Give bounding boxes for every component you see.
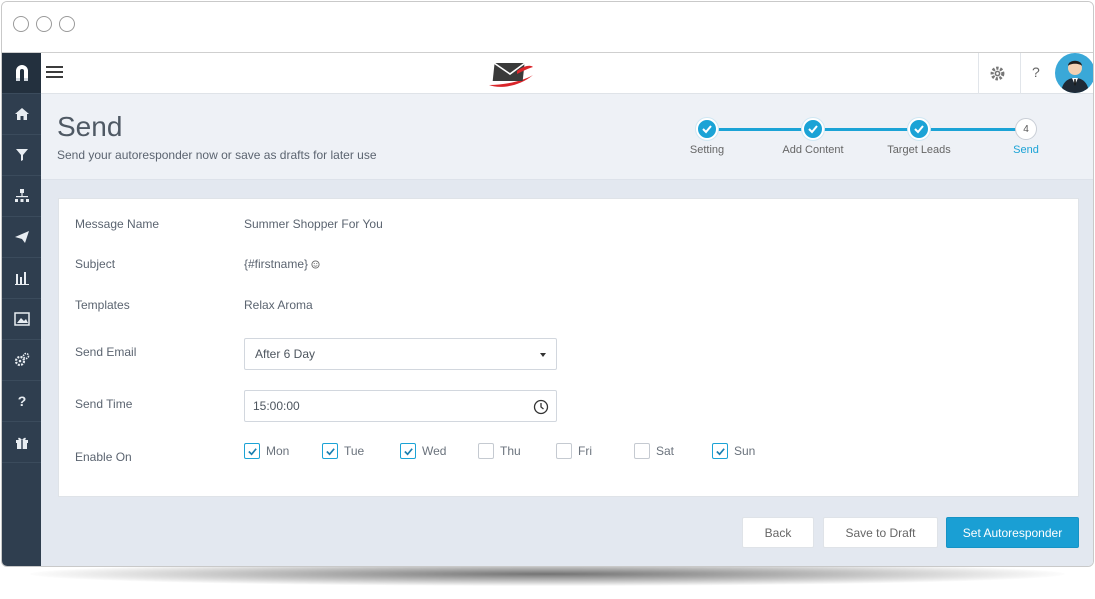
sidebar-item-reports[interactable] — [2, 258, 41, 299]
send-settings-card: Message Name Summer Shopper For You Subj… — [58, 198, 1079, 497]
help-icon: ? — [17, 393, 26, 409]
templates-value: Relax Aroma — [244, 298, 313, 312]
gear-icon[interactable] — [989, 65, 1006, 82]
mail-logo-icon — [489, 62, 533, 87]
window-maximize-button[interactable] — [59, 16, 75, 32]
sidebar-item-sitemap[interactable] — [2, 176, 41, 217]
image-icon — [13, 312, 30, 326]
sidebar-item-home[interactable] — [2, 94, 41, 135]
gift-icon — [15, 437, 28, 449]
gears-icon — [14, 352, 29, 367]
back-button[interactable]: Back — [742, 517, 814, 548]
day-sun[interactable]: Sun — [712, 443, 755, 459]
app-root: ? ? Send Send your autoresponder now or … — [2, 53, 1093, 566]
day-tue-checkbox[interactable] — [322, 443, 338, 459]
send-icon — [14, 231, 29, 243]
send-email-selected: After 6 Day — [255, 347, 316, 361]
checkmark-icon — [715, 447, 725, 455]
window-minimize-button[interactable] — [36, 16, 52, 32]
top-bar: ? — [41, 53, 1093, 94]
enable-on-label: Enable On — [75, 450, 132, 464]
save-to-draft-button[interactable]: Save to Draft — [823, 517, 938, 548]
day-tue[interactable]: Tue — [322, 443, 364, 459]
window-titlebar — [2, 2, 1093, 53]
day-fri[interactable]: Fri — [556, 443, 592, 459]
day-sun-checkbox[interactable] — [712, 443, 728, 459]
checkmark-icon — [325, 447, 335, 455]
day-mon[interactable]: Mon — [244, 443, 289, 459]
step-2-label: Add Content — [782, 144, 844, 156]
sidebar-item-settings[interactable] — [2, 340, 41, 381]
stepper-line — [708, 128, 1026, 131]
user-avatar[interactable] — [1055, 53, 1093, 93]
step-2-check-icon[interactable] — [802, 118, 824, 140]
step-4-number[interactable]: 4 — [1015, 118, 1037, 140]
day-thu-checkbox[interactable] — [478, 443, 494, 459]
day-fri-checkbox[interactable] — [556, 443, 572, 459]
day-mon-checkbox[interactable] — [244, 443, 260, 459]
set-autoresponder-button[interactable]: Set Autoresponder — [946, 517, 1079, 548]
page-header: Send Send your autoresponder now or save… — [41, 94, 1093, 180]
home-icon — [14, 108, 29, 120]
sitemap-icon — [14, 189, 29, 202]
sidebar-item-funnel[interactable] — [2, 135, 41, 176]
chevron-down-icon — [540, 353, 546, 357]
day-wed-checkbox[interactable] — [400, 443, 416, 459]
send-email-select[interactable]: After 6 Day — [244, 338, 557, 370]
subject-value: {#firstname} — [244, 257, 309, 271]
day-tue-label: Tue — [344, 444, 365, 458]
day-wed-label: Wed — [422, 444, 447, 458]
subject-label: Subject — [75, 257, 116, 271]
message-name-value: Summer Shopper For You — [244, 217, 383, 231]
main-content: Send Send your autoresponder now or save… — [41, 94, 1093, 566]
checkmark-icon — [247, 447, 257, 455]
browser-window: ? ? Send Send your autoresponder now or … — [1, 1, 1094, 567]
sidebar-item-media[interactable] — [2, 299, 41, 340]
send-time-value: 15:00:00 — [253, 399, 300, 413]
sidebar-item-gift[interactable] — [2, 422, 41, 463]
step-4-label: Send — [1013, 144, 1039, 156]
clock-icon[interactable] — [533, 399, 549, 415]
help-button[interactable]: ? — [1032, 64, 1040, 80]
send-email-label: Send Email — [75, 345, 137, 359]
day-sun-label: Sun — [734, 444, 756, 458]
day-wed[interactable]: Wed — [400, 443, 446, 459]
day-thu[interactable]: Thu — [478, 443, 521, 459]
day-sat-checkbox[interactable] — [634, 443, 650, 459]
step-3-label: Target Leads — [887, 144, 951, 156]
send-time-label: Send Time — [75, 397, 133, 411]
checkmark-icon — [403, 447, 413, 455]
magnet-icon — [15, 65, 28, 81]
day-thu-label: Thu — [500, 444, 521, 458]
subject-value-row: {#firstname} — [244, 257, 320, 271]
user-avatar-icon — [1061, 60, 1089, 93]
bar-chart-icon — [14, 272, 29, 285]
sidebar-item-help[interactable]: ? — [2, 381, 41, 422]
step-1-check-icon[interactable] — [696, 118, 718, 140]
svg-text:?: ? — [17, 393, 26, 409]
day-sat-label: Sat — [656, 444, 675, 458]
send-time-input[interactable]: 15:00:00 — [244, 390, 557, 422]
smiley-icon — [311, 260, 320, 269]
step-1-label: Setting — [689, 144, 725, 156]
window-close-button[interactable] — [13, 16, 29, 32]
message-name-label: Message Name — [75, 217, 160, 231]
day-mon-label: Mon — [266, 444, 290, 458]
page-title: Send — [57, 111, 123, 142]
step-3-check-icon[interactable] — [908, 118, 930, 140]
sidebar: ? — [2, 53, 41, 566]
brand-magnet-icon[interactable] — [2, 53, 41, 94]
templates-label: Templates — [75, 298, 130, 312]
funnel-icon — [15, 149, 28, 161]
day-fri-label: Fri — [578, 444, 592, 458]
sidebar-item-send[interactable] — [2, 217, 41, 258]
page-subtitle: Send your autoresponder now or save as d… — [57, 148, 377, 162]
hamburger-menu-icon[interactable] — [46, 66, 63, 80]
day-sat[interactable]: Sat — [634, 443, 674, 459]
